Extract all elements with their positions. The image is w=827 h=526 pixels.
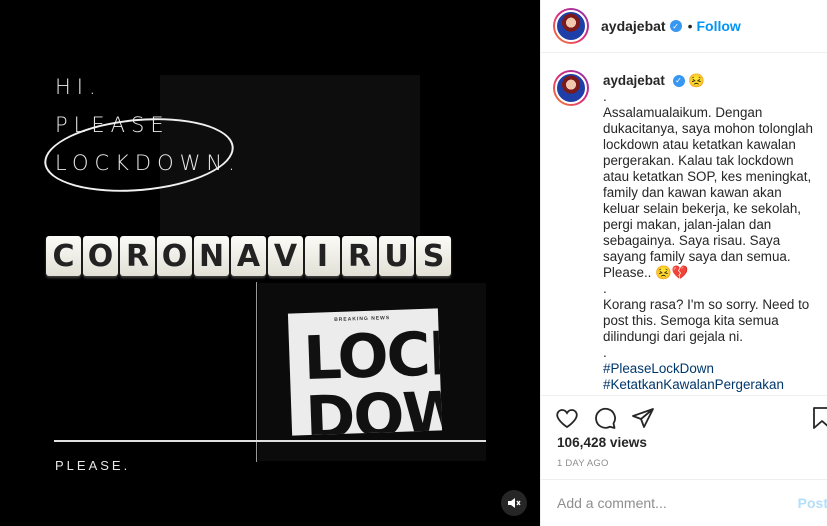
verified-badge-icon: ✓ (672, 75, 685, 88)
caption-paragraph: . (603, 89, 607, 104)
caption-area: aydajebat ✓ 😣 . Assalamualaikum. Dengan … (541, 54, 827, 394)
verified-badge-icon: ✓ (669, 20, 682, 32)
comment-icon[interactable] (593, 406, 617, 430)
heart-icon[interactable] (555, 406, 579, 430)
caption-emoji: 😣 (688, 73, 705, 88)
letter-tile: I (305, 236, 340, 276)
avatar-story-ring[interactable] (553, 8, 589, 44)
hashtag-link[interactable]: #KetatkanKawalanPergerakan (603, 377, 820, 393)
coronavirus-tiles: C O R O N A V I R U S (46, 236, 451, 276)
post-side-panel: aydajebat ✓ • Follow aydajebat ✓ 😣 . Ass… (540, 0, 827, 526)
hi-line: HI. (55, 75, 102, 99)
hashtag-link[interactable]: #PleaseLockDown (603, 361, 820, 377)
share-icon[interactable] (631, 406, 655, 430)
caption-username[interactable]: aydajebat (603, 73, 665, 88)
letter-tile: O (83, 236, 118, 276)
caption-paragraph: Korang rasa? I'm so sorry. Need to post … (603, 297, 810, 344)
letter-tile: R (342, 236, 377, 276)
save-icon[interactable] (812, 406, 827, 430)
follow-button[interactable]: Follow (697, 18, 741, 34)
horizontal-divider (54, 440, 486, 442)
letter-tile: O (157, 236, 192, 276)
comment-bar: Post (541, 479, 827, 526)
vertical-divider (256, 282, 257, 462)
sound-toggle-button[interactable] (501, 490, 527, 516)
post-comment-button[interactable]: Post (798, 495, 827, 511)
view-count[interactable]: 106,428 views (557, 435, 647, 450)
post-header: aydajebat ✓ • Follow (541, 0, 827, 53)
caption-paragraph: . (603, 345, 607, 360)
letter-tile: R (120, 236, 155, 276)
caption-paragraph: . (603, 281, 607, 296)
comment-input[interactable] (557, 495, 787, 511)
action-bar (541, 395, 827, 440)
letter-tile: A (231, 236, 266, 276)
newspaper-headline: LOCK DOWN (302, 318, 443, 436)
header-username[interactable]: aydajebat (601, 18, 666, 34)
letter-tile: N (194, 236, 229, 276)
caption-avatar (555, 72, 587, 104)
caption-text: aydajebat ✓ 😣 . Assalamualaikum. Dengan … (603, 70, 820, 394)
letter-tile: C (46, 236, 81, 276)
caption-avatar-ring[interactable] (553, 70, 589, 106)
post-media[interactable]: HI. PLEASE LOCKDOWN. C O R O N A V I R U… (0, 0, 540, 526)
caption-paragraph: Assalamualaikum. Dengan dukacitanya, say… (603, 105, 813, 280)
speaker-muted-icon (508, 498, 521, 508)
newspaper: BREAKING NEWS LOCK DOWN (287, 308, 443, 436)
letter-tile: U (379, 236, 414, 276)
avatar (555, 10, 587, 42)
please-bottom-text: PLEASE. (55, 458, 131, 473)
separator-dot: • (687, 18, 693, 34)
letter-tile: V (268, 236, 303, 276)
post-date[interactable]: 1 DAY AGO (557, 458, 609, 469)
letter-tile: S (416, 236, 451, 276)
